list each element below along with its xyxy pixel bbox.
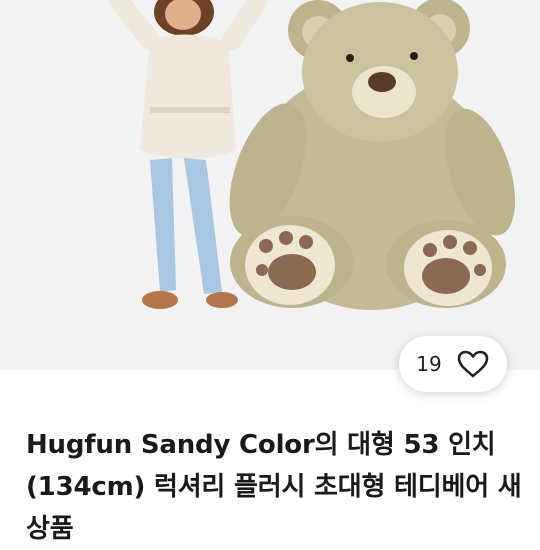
heart-outline-icon bbox=[457, 350, 489, 378]
teddy-bear-figure bbox=[229, 0, 516, 310]
like-button[interactable]: 19 bbox=[399, 336, 507, 392]
like-count: 19 bbox=[416, 352, 442, 376]
product-photo[interactable] bbox=[0, 0, 540, 370]
photo-illustration bbox=[108, 0, 516, 310]
product-title: Hugfun Sandy Color의 대형 53 인치(134cm) 럭셔리 … bbox=[26, 430, 522, 544]
